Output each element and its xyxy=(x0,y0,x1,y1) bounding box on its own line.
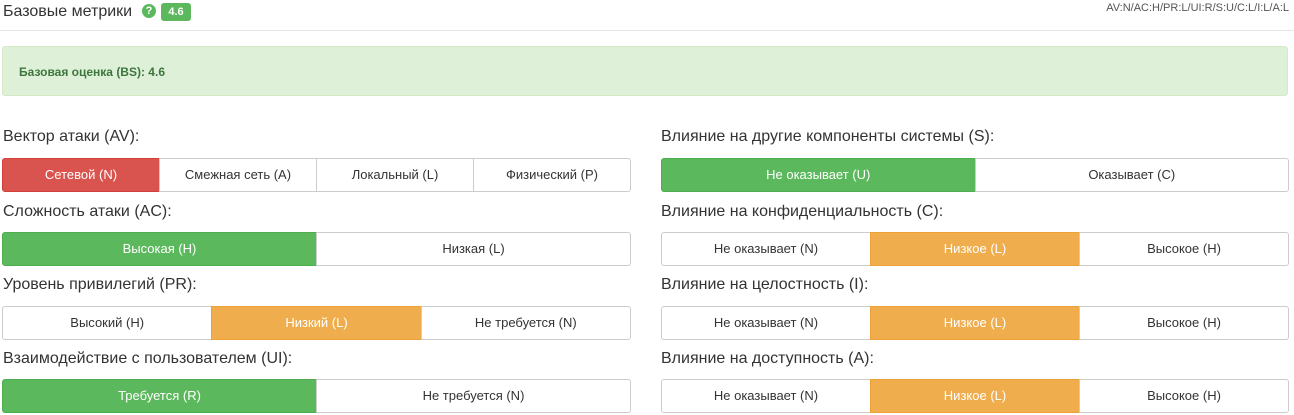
s-label: Влияние на другие компоненты системы (S)… xyxy=(661,128,995,145)
c-option-high[interactable]: Высокое (H) xyxy=(1079,232,1289,266)
s-button-group: Не оказывает (U) Оказывает (C) xyxy=(661,158,1289,192)
ui-option-none[interactable]: Не требуется (N) xyxy=(316,379,631,413)
pr-option-low[interactable]: Низкий (L) xyxy=(211,306,422,340)
c-option-low[interactable]: Низкое (L) xyxy=(870,232,1080,266)
base-score-text: Базовая оценка (BS): 4.6 xyxy=(19,65,165,79)
ui-option-required[interactable]: Требуется (R) xyxy=(2,379,317,413)
c-button-group: Не оказывает (N) Низкое (L) Высокое (H) xyxy=(661,232,1289,266)
i-option-high[interactable]: Высокое (H) xyxy=(1079,306,1289,340)
i-button-group: Не оказывает (N) Низкое (L) Высокое (H) xyxy=(661,306,1289,340)
av-option-local[interactable]: Локальный (L) xyxy=(316,158,474,192)
header: Базовые метрики ? 4.6 AV:N/AC:H/PR:L/UI:… xyxy=(0,0,1294,31)
page-title: Базовые метрики xyxy=(3,3,133,20)
pr-option-none[interactable]: Не требуется (N) xyxy=(420,306,631,340)
s-option-unchanged[interactable]: Не оказывает (U) xyxy=(661,158,976,192)
a-option-high[interactable]: Высокое (H) xyxy=(1079,379,1289,413)
vector-string: AV:N/AC:H/PR:L/UI:R/S:U/C:L/I:L/A:L xyxy=(1106,2,1289,14)
av-option-physical[interactable]: Физический (P) xyxy=(473,158,631,192)
base-score-alert: Базовая оценка (BS): 4.6 xyxy=(2,46,1288,96)
c-option-none[interactable]: Не оказывает (N) xyxy=(661,232,871,266)
ac-button-group: Высокая (H) Низкая (L) xyxy=(2,232,631,266)
pr-button-group: Высокий (H) Низкий (L) Не требуется (N) xyxy=(2,306,631,340)
a-option-none[interactable]: Не оказывает (N) xyxy=(661,379,871,413)
i-option-low[interactable]: Низкое (L) xyxy=(870,306,1080,340)
score-badge: 4.6 xyxy=(161,3,191,21)
ac-label: Сложность атаки (AC): xyxy=(3,203,172,220)
c-label: Влияние на конфиденциальность (C): xyxy=(661,203,944,220)
i-label: Влияние на целостность (I): xyxy=(661,276,869,293)
ac-option-low[interactable]: Низкая (L) xyxy=(316,232,631,266)
ui-label: Взаимодействие с пользователем (UI): xyxy=(3,350,293,367)
help-icon[interactable]: ? xyxy=(142,4,156,18)
a-label: Влияние на доступность (A): xyxy=(661,350,874,367)
i-option-none[interactable]: Не оказывает (N) xyxy=(661,306,871,340)
pr-label: Уровень привилегий (PR): xyxy=(3,276,197,293)
av-button-group: Сетевой (N) Смежная сеть (A) Локальный (… xyxy=(2,158,631,192)
s-option-changed[interactable]: Оказывает (C) xyxy=(974,158,1289,192)
ac-option-high[interactable]: Высокая (H) xyxy=(2,232,317,266)
ui-button-group: Требуется (R) Не требуется (N) xyxy=(2,379,631,413)
av-option-network[interactable]: Сетевой (N) xyxy=(2,158,160,192)
pr-option-high[interactable]: Высокий (H) xyxy=(2,306,213,340)
av-label: Вектор атаки (AV): xyxy=(3,128,140,145)
av-option-adjacent[interactable]: Смежная сеть (A) xyxy=(159,158,317,192)
a-button-group: Не оказывает (N) Низкое (L) Высокое (H) xyxy=(661,379,1289,413)
a-option-low[interactable]: Низкое (L) xyxy=(870,379,1080,413)
